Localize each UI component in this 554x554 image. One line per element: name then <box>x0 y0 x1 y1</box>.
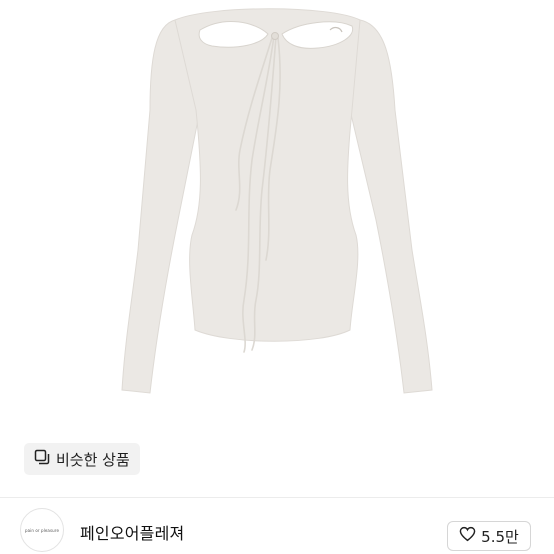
heart-outline-icon <box>459 526 476 546</box>
divider <box>0 497 554 498</box>
similar-items-icon <box>34 449 50 469</box>
shop-avatar[interactable]: pain or pleasure <box>20 508 64 552</box>
product-image[interactable] <box>0 0 554 430</box>
similar-items-label: 비슷한 상품 <box>56 450 130 469</box>
similar-items-button[interactable]: 비슷한 상품 <box>24 443 140 475</box>
product-photo <box>0 0 554 430</box>
like-button[interactable]: 5.5만 <box>447 521 531 551</box>
like-count: 5.5만 <box>481 527 519 546</box>
shop-name[interactable]: 페인오어플레져 <box>80 520 184 544</box>
shop-avatar-text: pain or pleasure <box>24 527 60 533</box>
